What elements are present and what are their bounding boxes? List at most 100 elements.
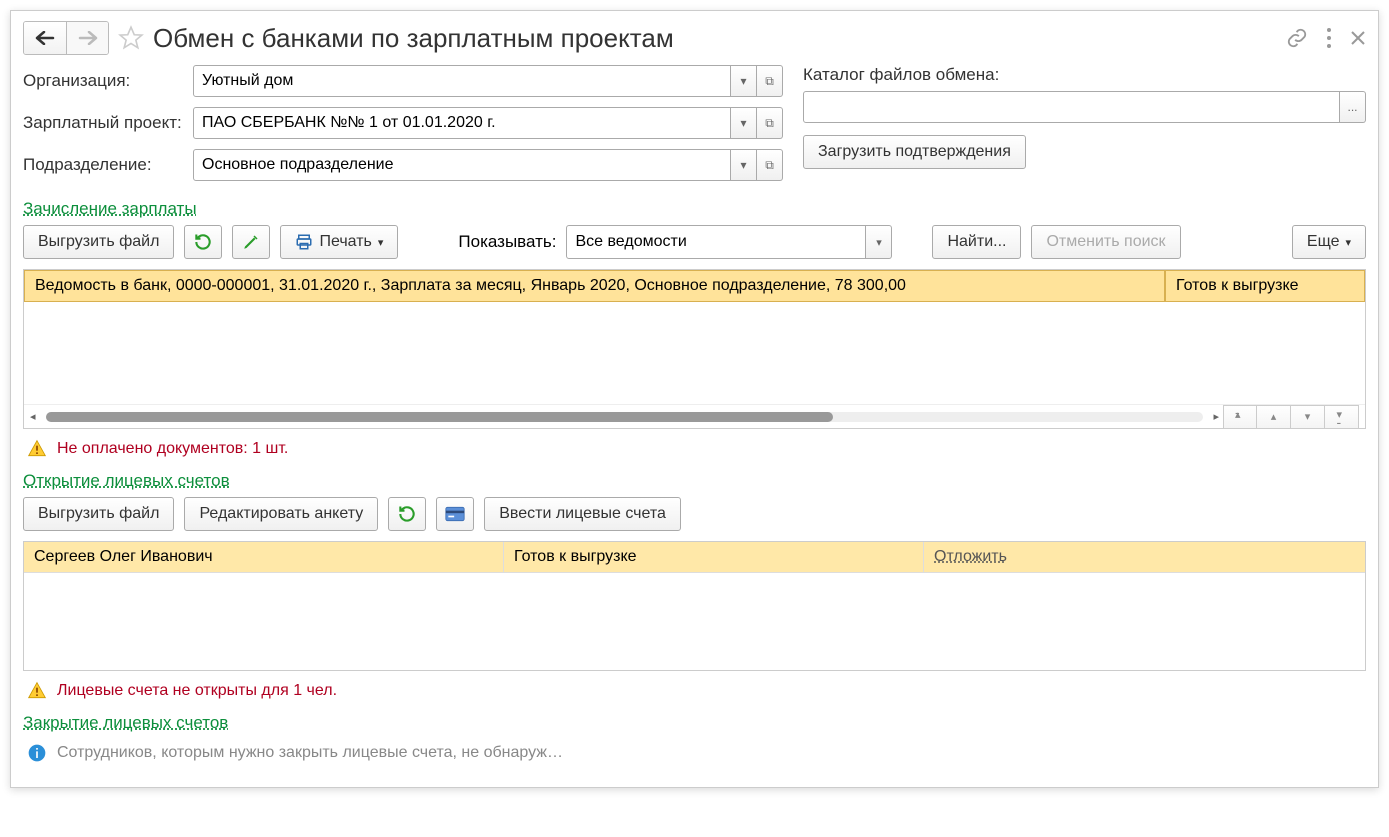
show-select[interactable] <box>566 225 866 259</box>
printer-icon <box>295 233 313 251</box>
exchange-dir-input[interactable] <box>803 91 1340 123</box>
department-label: Подразделение: <box>23 155 193 175</box>
find-button[interactable]: Найти... <box>932 225 1021 259</box>
edit-questionnaire-button[interactable]: Редактировать анкету <box>184 497 378 531</box>
export-file-button[interactable]: Выгрузить файл <box>23 225 174 259</box>
star-icon <box>118 25 144 51</box>
table-row[interactable]: Ведомость в банк, 0000-000001, 31.01.202… <box>24 270 1365 302</box>
card-icon <box>445 506 465 522</box>
organization-dropdown[interactable]: ▾ <box>731 65 757 97</box>
close-icon <box>1350 30 1366 46</box>
warning-icon <box>27 439 47 459</box>
employee-name: Сергеев Олег Иванович <box>24 542 504 572</box>
info-icon <box>27 743 47 763</box>
h-scrollbar-thumb[interactable] <box>46 412 833 422</box>
close-accounts-link[interactable]: Закрытие лицевых счетов <box>23 713 228 733</box>
open-accounts-link[interactable]: Открытие лицевых счетов <box>23 471 230 491</box>
section2-warning-text: Лицевые счета не открыты для 1 чел. <box>57 682 337 700</box>
load-confirmations-button[interactable]: Загрузить подтверждения <box>803 135 1026 169</box>
refresh-button-2[interactable] <box>388 497 426 531</box>
left-column: Организация: ▾ ⧉ Зарплатный проект: ▾ ⧉ … <box>23 65 783 191</box>
chevron-down-icon: ▾ <box>876 236 882 249</box>
accounts-grid: Сергеев Олег Иванович Готов к выгрузке О… <box>23 541 1366 671</box>
chevron-down-icon: ▾ <box>1345 236 1351 249</box>
scroll-right[interactable]: ▸ <box>1213 410 1219 423</box>
h-scrollbar[interactable] <box>46 412 1204 422</box>
section2-toolbar: Выгрузить файл Редактировать анкету Ввес… <box>23 497 1366 531</box>
forward-button[interactable] <box>66 22 108 54</box>
export-file-button-2[interactable]: Выгрузить файл <box>23 497 174 531</box>
pencil-icon <box>242 233 260 251</box>
goto-up[interactable]: ▴ <box>1257 405 1291 429</box>
print-button-label: Печать <box>319 233 371 251</box>
account-action-cell: Отложить <box>924 542 1365 572</box>
project-dropdown[interactable]: ▾ <box>731 107 757 139</box>
open-icon: ⧉ <box>765 158 774 173</box>
chevron-down-icon: ▾ <box>1305 410 1311 423</box>
statements-grid: Ведомость в банк, 0000-000001, 31.01.202… <box>23 269 1366 429</box>
section3-info: Сотрудников, которым нужно закрыть лицев… <box>27 743 1366 763</box>
chevron-down-icon: ▾ <box>378 236 384 249</box>
title-actions <box>1286 27 1366 49</box>
grid-footer: ◂ ▸ ▴- ▴ ▾ ▾- <box>24 404 1365 428</box>
nav-buttons <box>23 21 109 55</box>
goto-down[interactable]: ▾ <box>1291 405 1325 429</box>
refresh-icon <box>397 504 417 524</box>
print-button[interactable]: Печать ▾ <box>280 225 398 259</box>
main-window: Обмен с банками по зарплатным проектам О… <box>10 10 1379 788</box>
back-button[interactable] <box>24 22 66 54</box>
exchange-dir-label: Каталог файлов обмена: <box>803 65 1366 85</box>
statement-status: Готов к выгрузке <box>1165 270 1365 302</box>
department-dropdown[interactable]: ▾ <box>731 149 757 181</box>
project-input[interactable] <box>193 107 731 139</box>
open-icon: ⧉ <box>765 116 774 131</box>
chevron-up-icon: ▴ <box>1271 410 1277 423</box>
link-icon <box>1286 27 1308 49</box>
scroll-left[interactable]: ◂ <box>30 410 36 423</box>
show-label: Показывать: <box>458 232 556 252</box>
chevron-down-icon: ▾ <box>740 116 746 130</box>
refresh-icon <box>193 232 213 252</box>
open-icon: ⧉ <box>765 74 774 89</box>
refresh-button[interactable] <box>184 225 222 259</box>
section3-info-text: Сотрудников, которым нужно закрыть лицев… <box>57 744 563 762</box>
department-input[interactable] <box>193 149 731 181</box>
card-button[interactable] <box>436 497 474 531</box>
chevron-down-icon: ▾ <box>740 158 746 172</box>
page-title: Обмен с банками по зарплатным проектам <box>153 23 1286 54</box>
chevron-down-icon: ▾ <box>740 74 746 88</box>
section2-warning: Лицевые счета не открыты для 1 чел. <box>27 681 1366 701</box>
title-bar: Обмен с банками по зарплатным проектам <box>23 21 1366 55</box>
dots-vertical-icon <box>1326 27 1332 49</box>
project-label: Зарплатный проект: <box>23 113 193 133</box>
section1-toolbar: Выгрузить файл Печать ▾ Показывать: ▾ На… <box>23 225 1366 259</box>
goto-top[interactable]: ▴- <box>1223 405 1257 429</box>
close-button[interactable] <box>1350 30 1366 46</box>
project-open[interactable]: ⧉ <box>757 107 783 139</box>
salary-crediting-link[interactable]: Зачисление зарплаты <box>23 199 197 219</box>
top-form: Организация: ▾ ⧉ Зарплатный проект: ▾ ⧉ … <box>23 65 1366 191</box>
section1-warning-text: Не оплачено документов: 1 шт. <box>57 440 288 458</box>
kebab-menu[interactable] <box>1326 27 1332 49</box>
postpone-link[interactable]: Отложить <box>934 548 1007 565</box>
account-status: Готов к выгрузке <box>504 542 924 572</box>
goto-bottom[interactable]: ▾- <box>1325 405 1359 429</box>
organization-input[interactable] <box>193 65 731 97</box>
right-column: Каталог файлов обмена: ... Загрузить под… <box>803 65 1366 191</box>
section1-warning: Не оплачено документов: 1 шт. <box>27 439 1366 459</box>
department-open[interactable]: ⧉ <box>757 149 783 181</box>
enter-accounts-button[interactable]: Ввести лицевые счета <box>484 497 681 531</box>
cancel-find-button: Отменить поиск <box>1031 225 1180 259</box>
organization-open[interactable]: ⧉ <box>757 65 783 97</box>
show-select-arrow[interactable]: ▾ <box>866 225 892 259</box>
statement-text: Ведомость в банк, 0000-000001, 31.01.202… <box>24 270 1165 302</box>
more-button-label: Еще <box>1307 233 1340 251</box>
arrow-right-icon <box>78 31 98 45</box>
table-row[interactable]: Сергеев Олег Иванович Готов к выгрузке О… <box>24 542 1365 573</box>
favorite-button[interactable] <box>117 24 145 52</box>
exchange-dir-browse[interactable]: ... <box>1340 91 1366 123</box>
ellipsis-icon: ... <box>1347 100 1357 114</box>
link-button[interactable] <box>1286 27 1308 49</box>
more-button[interactable]: Еще ▾ <box>1292 225 1366 259</box>
edit-button[interactable] <box>232 225 270 259</box>
